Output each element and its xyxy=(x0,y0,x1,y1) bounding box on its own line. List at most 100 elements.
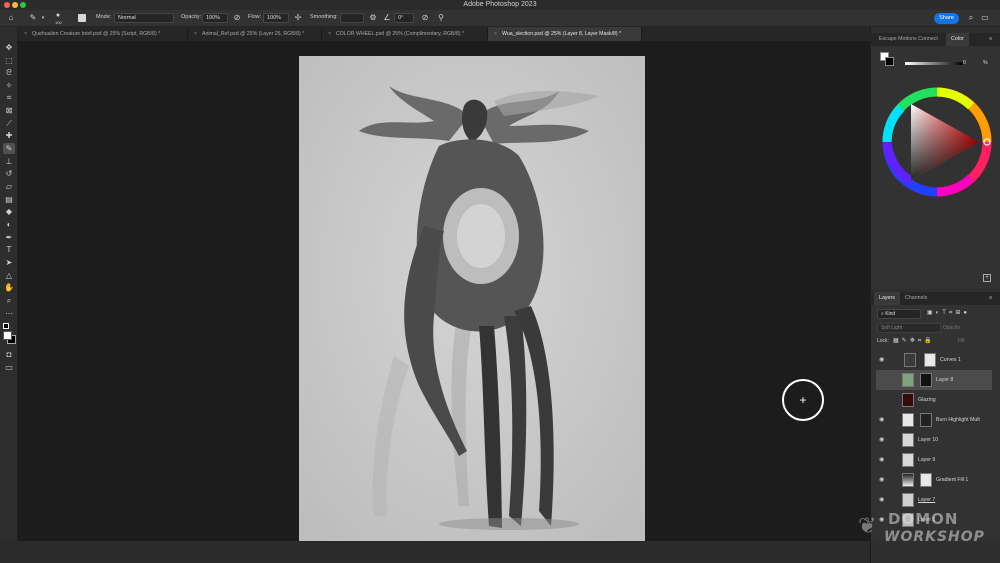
symmetry-icon[interactable]: ⚲ xyxy=(436,13,446,23)
document-canvas[interactable] xyxy=(299,56,645,541)
close-tab-icon[interactable]: × xyxy=(24,31,27,37)
eye-icon[interactable]: ◉ xyxy=(879,476,884,483)
pressure-opacity-icon[interactable]: ⊘ xyxy=(232,13,242,23)
eye-icon[interactable]: ◉ xyxy=(879,416,884,423)
lock-icons[interactable]: ▦✎✥⌗🔒 xyxy=(893,337,935,345)
hand-tool-icon[interactable]: ✋ xyxy=(3,282,15,293)
layer-filter-select[interactable]: ⌕ Kind xyxy=(877,309,921,319)
pressure-size-icon[interactable]: ⊘ xyxy=(420,13,430,23)
angle-icon[interactable]: ∠ xyxy=(382,13,392,23)
close-tab-icon[interactable]: × xyxy=(194,31,197,37)
share-button[interactable]: Share xyxy=(934,13,959,24)
type-tool-icon[interactable]: T xyxy=(3,244,15,255)
layer-row[interactable]: ◉ Gradient Fill 1 xyxy=(876,470,992,490)
eye-icon[interactable]: ◉ xyxy=(879,436,884,443)
quick-mask-icon[interactable]: ◘ xyxy=(3,349,15,360)
brush-tool-icon[interactable]: ✎ xyxy=(28,13,38,23)
layer-name: Burn Highlight Mult xyxy=(936,417,980,423)
layer-row[interactable]: ◉ Layer 9 xyxy=(876,450,992,470)
status-bar xyxy=(0,541,870,563)
search-icon[interactable]: ⌕ xyxy=(966,13,976,23)
eraser-tool-icon[interactable]: ▱ xyxy=(3,181,15,192)
dodge-tool-icon[interactable]: ◐ xyxy=(3,219,15,230)
frame-tool-icon[interactable]: ⊠ xyxy=(3,105,15,116)
mode-label: Mode: xyxy=(96,14,112,20)
workspace-icon[interactable]: ▭ xyxy=(980,13,990,23)
home-icon[interactable]: ⌂ xyxy=(6,13,16,23)
tab-channels[interactable]: Channels xyxy=(900,292,932,305)
more-tools-icon[interactable]: ⋯ xyxy=(3,308,15,319)
layer-row[interactable]: Glazing xyxy=(876,390,992,410)
move-tool-icon[interactable]: ✥ xyxy=(3,42,15,53)
shape-tool-icon[interactable]: △ xyxy=(3,270,15,281)
color-wheel[interactable] xyxy=(881,86,993,198)
opacity-input[interactable]: 100% xyxy=(202,13,228,23)
layer-mask-thumb xyxy=(920,373,932,387)
crosshair-icon: + xyxy=(799,393,807,407)
gradient-fill-icon xyxy=(902,473,914,487)
watermark-line1: DOMON xyxy=(888,510,959,528)
foreground-color-swatch[interactable] xyxy=(3,331,12,340)
blur-tool-icon[interactable]: ◆ xyxy=(3,206,15,217)
lasso-tool-icon[interactable]: ᘓ xyxy=(3,67,15,78)
tab-color-wheel[interactable]: × COLOR WHEEL.psd @ 25% (Complimentary, R… xyxy=(322,27,488,41)
layer-row[interactable]: ◉ Layer 7 xyxy=(876,490,992,510)
brush-settings-icon[interactable] xyxy=(78,14,86,22)
flow-input[interactable]: 100% xyxy=(263,13,289,23)
dragon-icon: ❦ xyxy=(858,514,877,539)
brush-tool-icon[interactable]: ✎ xyxy=(3,143,15,154)
layer-name: Layer 8 xyxy=(936,377,954,383)
history-brush-tool-icon[interactable]: ↺ xyxy=(3,168,15,179)
close-tab-icon[interactable]: × xyxy=(328,31,331,37)
tab-escape-motions-connect[interactable]: Escape Motions Connect xyxy=(874,33,943,46)
add-swatch-icon[interactable]: + xyxy=(983,274,991,282)
eye-icon[interactable]: ◉ xyxy=(879,356,884,363)
layer-row[interactable]: ◉ Layer 10 xyxy=(876,430,992,450)
tools-panel: ✥ ⬚ ᘓ ✧ ⌗ ⊠ ⟋ ✚ ✎ ⊥ ↺ ▱ ▤ ◆ ◐ ✒ T ➤ △ ✋ … xyxy=(0,27,18,547)
tab-wua-slection[interactable]: × Wua_slection.psd @ 25% (Layer 8, Layer … xyxy=(488,27,642,41)
healing-brush-tool-icon[interactable]: ✚ xyxy=(3,130,15,141)
path-selection-tool-icon[interactable]: ➤ xyxy=(3,257,15,268)
blend-mode-select[interactable]: Soft Light xyxy=(877,323,941,333)
crop-tool-icon[interactable]: ⌗ xyxy=(3,92,15,103)
close-tab-icon[interactable]: × xyxy=(494,31,497,37)
layer-row[interactable]: Layer 8 xyxy=(876,370,992,390)
layer-row[interactable]: ◉ Curves 1 xyxy=(876,350,992,370)
smoothing-input[interactable] xyxy=(340,13,364,23)
layer-row[interactable]: ◉ Burn Highlight Mult xyxy=(876,410,992,430)
panel-menu-icon[interactable]: ≡ xyxy=(984,33,997,46)
chevron-down-icon[interactable]: ▾ xyxy=(38,13,48,23)
tab-label: COLOR WHEEL.psd @ 25% (Complimentary, RG… xyxy=(336,31,465,37)
tab-layers[interactable]: Layers xyxy=(874,292,900,305)
angle-input[interactable]: 0° xyxy=(394,13,414,23)
screen-mode-icon[interactable]: ▭ xyxy=(3,362,15,373)
layer-mask-thumb xyxy=(924,353,936,367)
color-panel-tabs: Escape Motions Connect Color ≡ xyxy=(870,33,1000,46)
pen-tool-icon[interactable]: ✒ xyxy=(3,232,15,243)
gear-icon[interactable]: ⚙ xyxy=(368,13,378,23)
opacity-label: Opacity: xyxy=(943,325,962,331)
flow-label: Flow: xyxy=(248,14,262,20)
brightness-slider[interactable] xyxy=(905,62,963,65)
layer-name: Gradient Fill 1 xyxy=(936,477,969,483)
eye-icon[interactable]: ◉ xyxy=(879,496,884,503)
panel-menu-icon[interactable]: ≡ xyxy=(984,292,997,305)
eyedropper-tool-icon[interactable]: ⟋ xyxy=(3,118,15,129)
eye-icon[interactable]: ◉ xyxy=(879,456,884,463)
background-color-swatch[interactable] xyxy=(885,57,894,66)
mode-select[interactable]: Normal xyxy=(114,13,174,23)
magic-wand-tool-icon[interactable]: ✧ xyxy=(3,80,15,91)
gradient-tool-icon[interactable]: ▤ xyxy=(3,194,15,205)
layer-filter-icons[interactable]: ▣◐T⌗⊞● xyxy=(927,309,970,317)
zoom-tool-icon[interactable]: ⌕ xyxy=(3,295,15,306)
airbrush-icon[interactable]: ✢ xyxy=(293,13,303,23)
default-colors-icon[interactable] xyxy=(3,323,9,329)
tab-quehualien-creature-brief[interactable]: × Quehualien Creature brief.psd @ 25% (Sc… xyxy=(18,27,188,41)
slider-unit: % xyxy=(983,60,988,66)
curves-adjustment-icon xyxy=(904,353,916,367)
tab-color[interactable]: Color xyxy=(946,33,969,46)
clone-stamp-tool-icon[interactable]: ⊥ xyxy=(3,156,15,167)
layer-name: Layer 9 xyxy=(918,457,936,463)
marquee-tool-icon[interactable]: ⬚ xyxy=(3,55,15,66)
tab-animal-ref[interactable]: × Animal_Ref.psd @ 25% (Layer 25, RGB/8) … xyxy=(188,27,322,41)
